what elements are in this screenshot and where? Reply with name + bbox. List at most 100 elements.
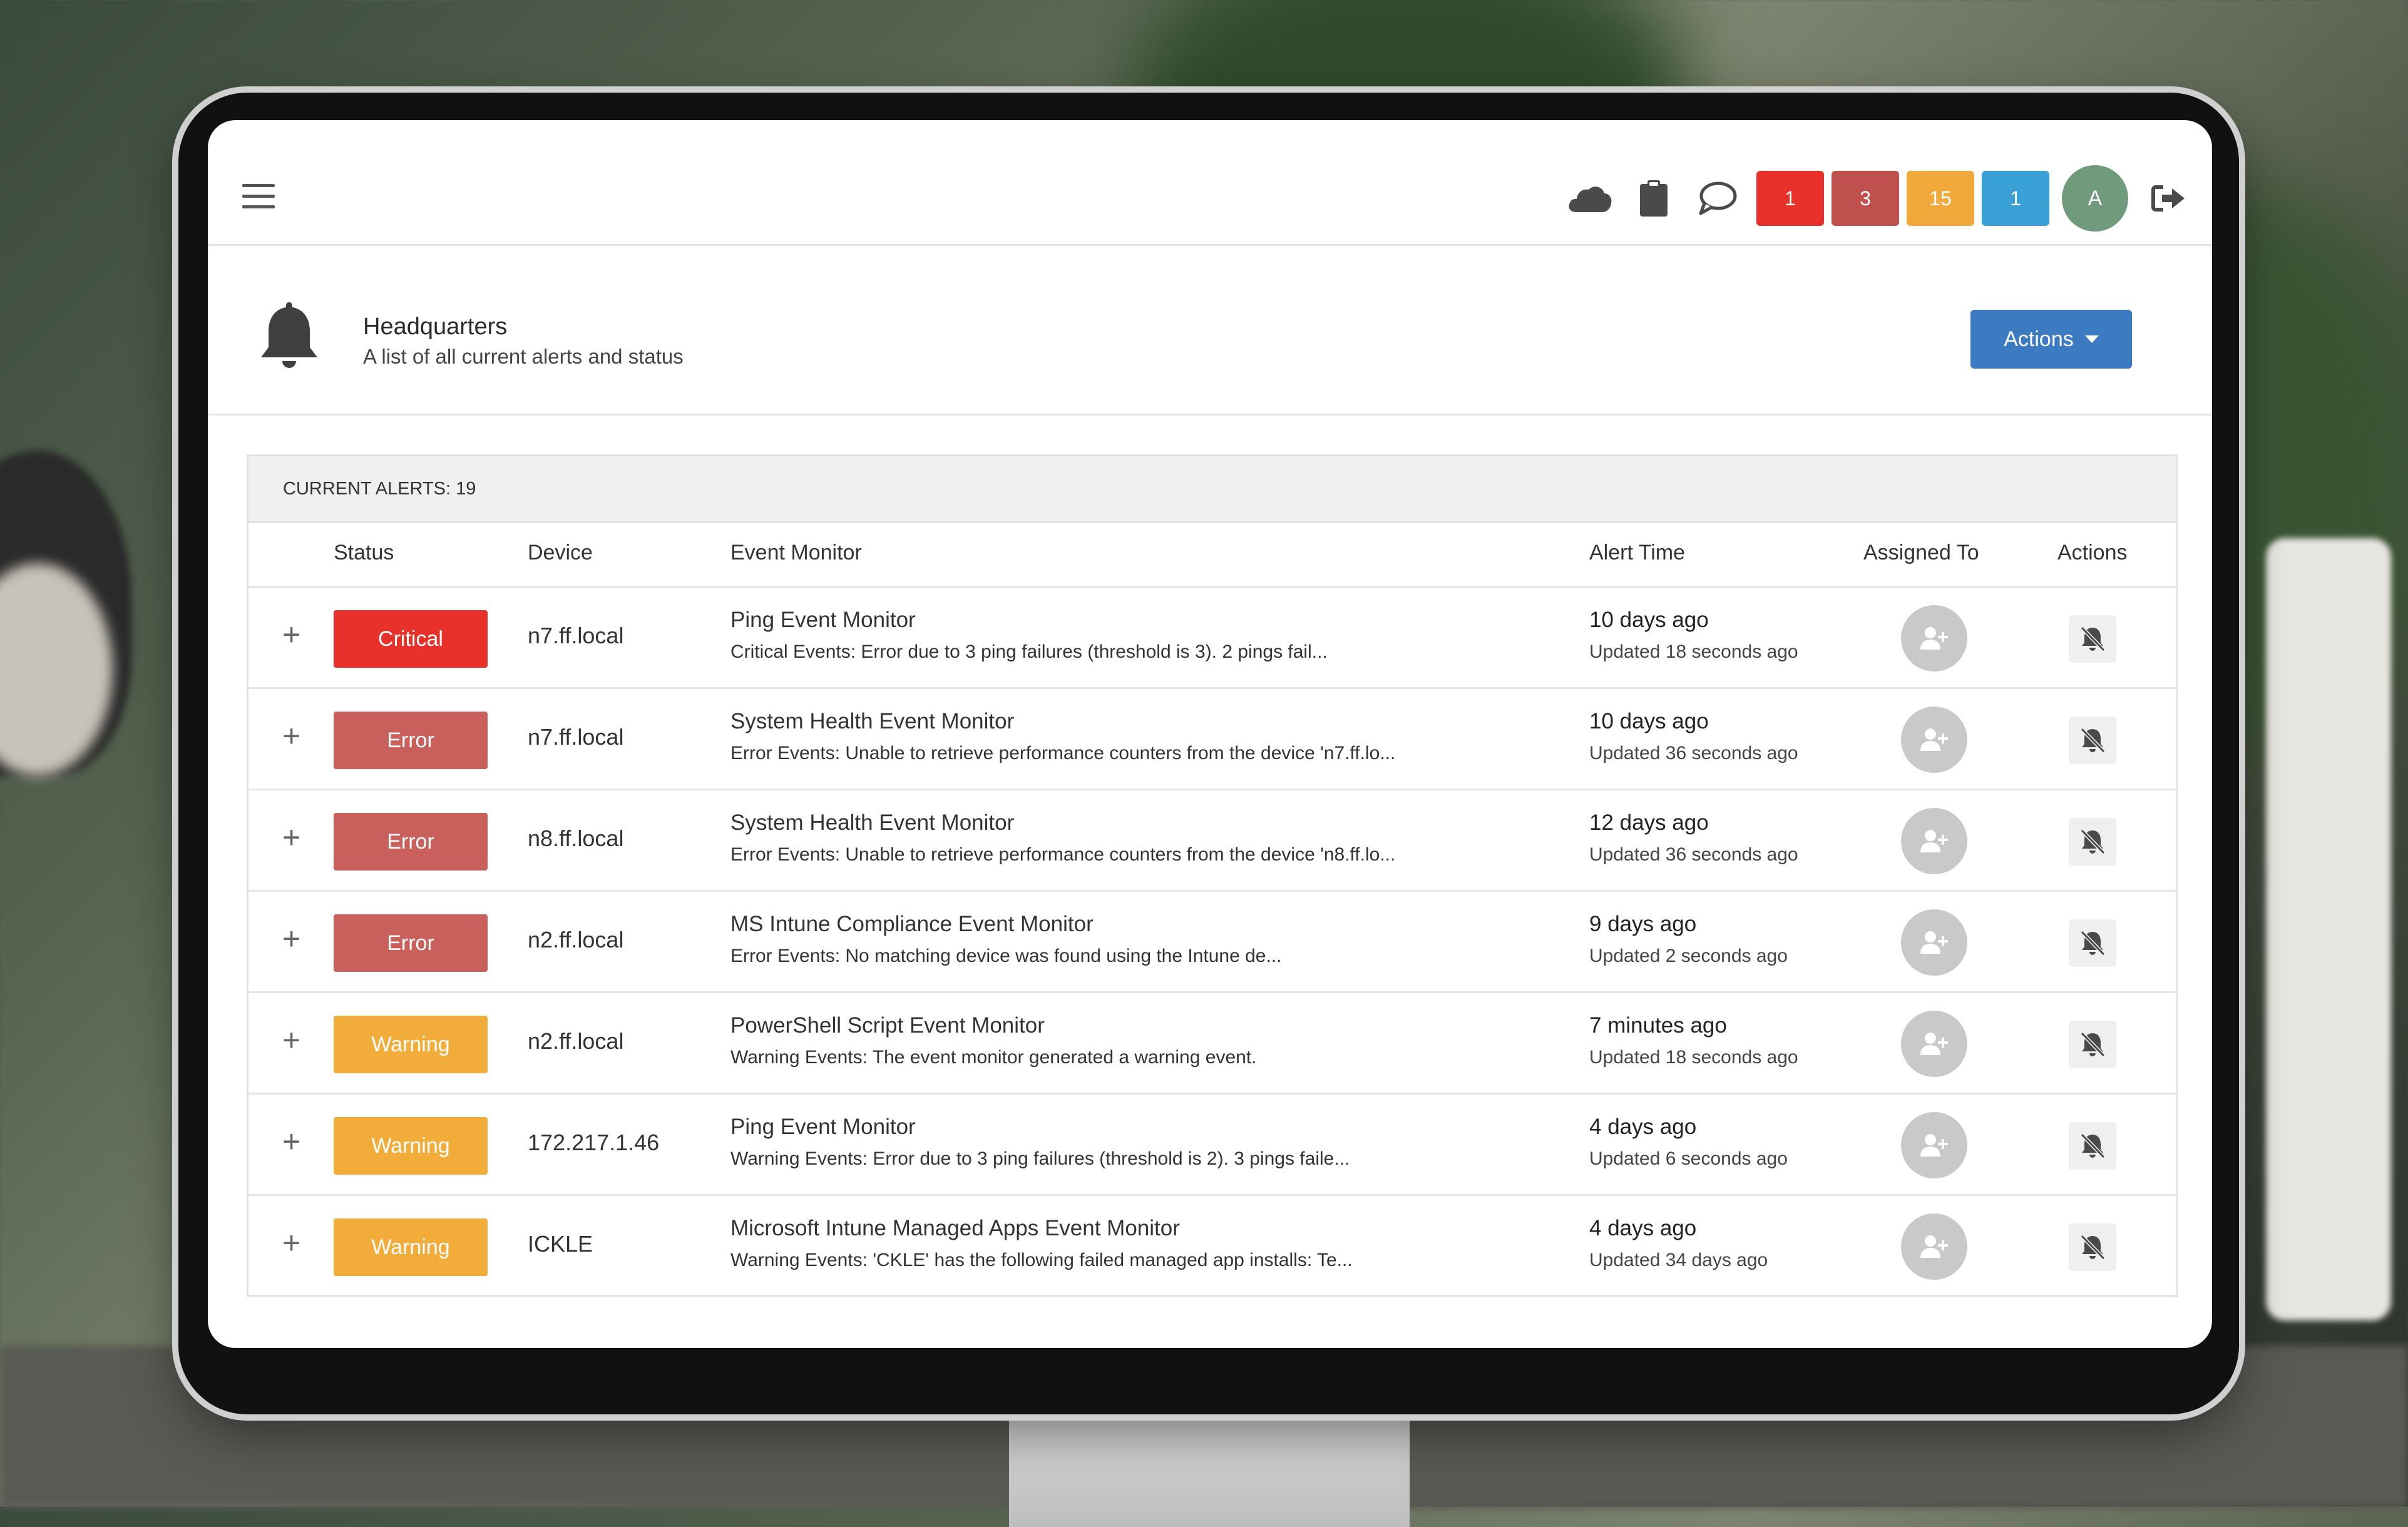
cloud-icon[interactable] (1565, 173, 1615, 223)
expand-row-plus-icon[interactable]: + (282, 720, 300, 752)
add-user-icon (1920, 728, 1948, 751)
add-user-icon (1920, 1235, 1948, 1258)
alert-time: 9 days ago (1589, 912, 1697, 936)
assign-user-button[interactable] (1901, 808, 1967, 874)
add-user-icon (1920, 627, 1948, 650)
alert-updated-time: Updated 18 seconds ago (1589, 641, 1798, 662)
table-row: + Warning ICKLE Microsoft Intune Managed… (248, 1196, 2176, 1297)
table-row: + Critical n7.ff.local Ping Event Monito… (248, 588, 2176, 689)
clipboard-icon[interactable] (1629, 173, 1679, 223)
column-header-alert-time[interactable]: Alert Time (1589, 541, 1685, 565)
table-row: + Error n2.ff.local MS Intune Compliance… (248, 892, 2176, 993)
status-badge: Error (334, 813, 488, 871)
monitor-stand (1009, 1402, 1410, 1527)
caret-down-icon (2084, 335, 2099, 343)
mute-alert-button[interactable] (2069, 717, 2116, 764)
actions-dropdown-button[interactable]: Actions (1970, 310, 2132, 369)
status-badge: Warning (334, 1218, 488, 1276)
assign-user-button[interactable] (1901, 1112, 1967, 1178)
device-name[interactable]: n2.ff.local (528, 927, 623, 953)
status-badge: Error (334, 712, 488, 769)
assign-user-button[interactable] (1901, 909, 1967, 976)
alert-count-badge-critical[interactable]: 1 (1756, 171, 1824, 226)
current-alerts-count: CURRENT ALERTS: 19 (283, 479, 476, 499)
mute-alert-button[interactable] (2069, 818, 2116, 866)
alert-time: 12 days ago (1589, 810, 1709, 835)
alert-count-badge-warning[interactable]: 15 (1907, 171, 1974, 226)
column-header-device[interactable]: Device (528, 541, 593, 565)
status-badge: Warning (334, 1117, 488, 1175)
bell-icon (255, 299, 324, 374)
mute-alert-button[interactable] (2069, 919, 2116, 967)
navbar-tools: 1 3 15 1 A (1565, 164, 2212, 233)
bell-slash-icon (2080, 1234, 2106, 1260)
alert-count-badge-error[interactable]: 3 (1832, 171, 1899, 226)
event-monitor-name[interactable]: System Health Event Monitor (730, 709, 1014, 734)
expand-row-plus-icon[interactable]: + (282, 822, 300, 853)
bell-slash-icon (2080, 930, 2106, 956)
event-monitor-name[interactable]: System Health Event Monitor (730, 810, 1014, 835)
alert-updated-time: Updated 34 days ago (1589, 1250, 1768, 1270)
event-monitor-name[interactable]: Ping Event Monitor (730, 608, 916, 633)
logout-icon[interactable] (2149, 180, 2187, 217)
column-header-actions: Actions (2057, 541, 2128, 564)
background-chair (2266, 538, 2391, 1320)
assign-user-button[interactable] (1901, 1213, 1967, 1280)
alert-count-badge-info[interactable]: 1 (1982, 171, 2049, 226)
event-monitor-name[interactable]: Ping Event Monitor (730, 1115, 916, 1140)
event-monitor-description: Error Events: Unable to retrieve perform… (730, 743, 1396, 764)
alert-time: 10 days ago (1589, 608, 1709, 632)
column-header-status[interactable]: Status (334, 541, 394, 565)
chat-icon[interactable] (1693, 173, 1743, 223)
hamburger-menu-icon[interactable] (242, 184, 275, 209)
device-name[interactable]: n7.ff.local (528, 724, 623, 750)
alert-updated-time: Updated 36 seconds ago (1589, 743, 1798, 764)
add-user-icon (1920, 931, 1948, 954)
mute-alert-button[interactable] (2069, 615, 2116, 663)
add-user-icon (1920, 1134, 1948, 1157)
bell-slash-icon (2080, 626, 2106, 652)
event-monitor-description: Warning Events: The event monitor genera… (730, 1047, 1257, 1068)
alerts-panel: CURRENT ALERTS: 19 Status Device Event M… (247, 454, 2178, 1297)
device-name[interactable]: n2.ff.local (528, 1028, 623, 1055)
page-subtitle: A list of all current alerts and status (363, 345, 684, 368)
alert-time: 10 days ago (1589, 709, 1709, 733)
alerts-table-body: + Critical n7.ff.local Ping Event Monito… (248, 588, 2176, 1297)
alert-time: 7 minutes ago (1589, 1013, 1727, 1038)
expand-row-plus-icon[interactable]: + (282, 619, 300, 650)
event-monitor-description: Critical Events: Error due to 3 ping fai… (730, 641, 1328, 662)
add-user-icon (1920, 830, 1948, 852)
user-avatar[interactable]: A (2062, 165, 2128, 232)
mute-alert-button[interactable] (2069, 1223, 2116, 1271)
table-header: Status Device Event Monitor Alert Time A… (248, 523, 2176, 588)
expand-row-plus-icon[interactable]: + (282, 923, 300, 954)
device-name[interactable]: n8.ff.local (528, 825, 623, 852)
device-name[interactable]: n7.ff.local (528, 623, 623, 649)
event-monitor-name[interactable]: PowerShell Script Event Monitor (730, 1013, 1045, 1038)
bell-slash-icon (2080, 727, 2106, 753)
column-header-assigned-to[interactable]: Assigned To (1863, 541, 1979, 565)
event-monitor-name[interactable]: MS Intune Compliance Event Monitor (730, 912, 1094, 937)
expand-row-plus-icon[interactable]: + (282, 1024, 300, 1056)
mute-alert-button[interactable] (2069, 1021, 2116, 1068)
status-badge: Critical (334, 610, 488, 668)
status-badge: Error (334, 914, 488, 972)
event-monitor-description: Error Events: Unable to retrieve perform… (730, 844, 1396, 865)
expand-row-plus-icon[interactable]: + (282, 1227, 300, 1259)
assign-user-button[interactable] (1901, 707, 1967, 773)
device-name[interactable]: ICKLE (528, 1231, 593, 1257)
device-name[interactable]: 172.217.1.46 (528, 1130, 659, 1156)
alert-updated-time: Updated 2 seconds ago (1589, 946, 1788, 966)
expand-row-plus-icon[interactable]: + (282, 1126, 300, 1157)
app-screen: 1 3 15 1 A Headquarters A list of all cu… (208, 120, 2212, 1348)
alert-updated-time: Updated 18 seconds ago (1589, 1047, 1798, 1068)
assign-user-button[interactable] (1901, 605, 1967, 672)
alert-time: 4 days ago (1589, 1115, 1697, 1139)
mute-alert-button[interactable] (2069, 1122, 2116, 1170)
column-header-event-monitor[interactable]: Event Monitor (730, 541, 862, 565)
assign-user-button[interactable] (1901, 1011, 1967, 1077)
alert-updated-time: Updated 36 seconds ago (1589, 844, 1798, 865)
event-monitor-description: Error Events: No matching device was fou… (730, 946, 1282, 966)
table-row: + Warning 172.217.1.46 Ping Event Monito… (248, 1095, 2176, 1196)
event-monitor-name[interactable]: Microsoft Intune Managed Apps Event Moni… (730, 1216, 1180, 1241)
